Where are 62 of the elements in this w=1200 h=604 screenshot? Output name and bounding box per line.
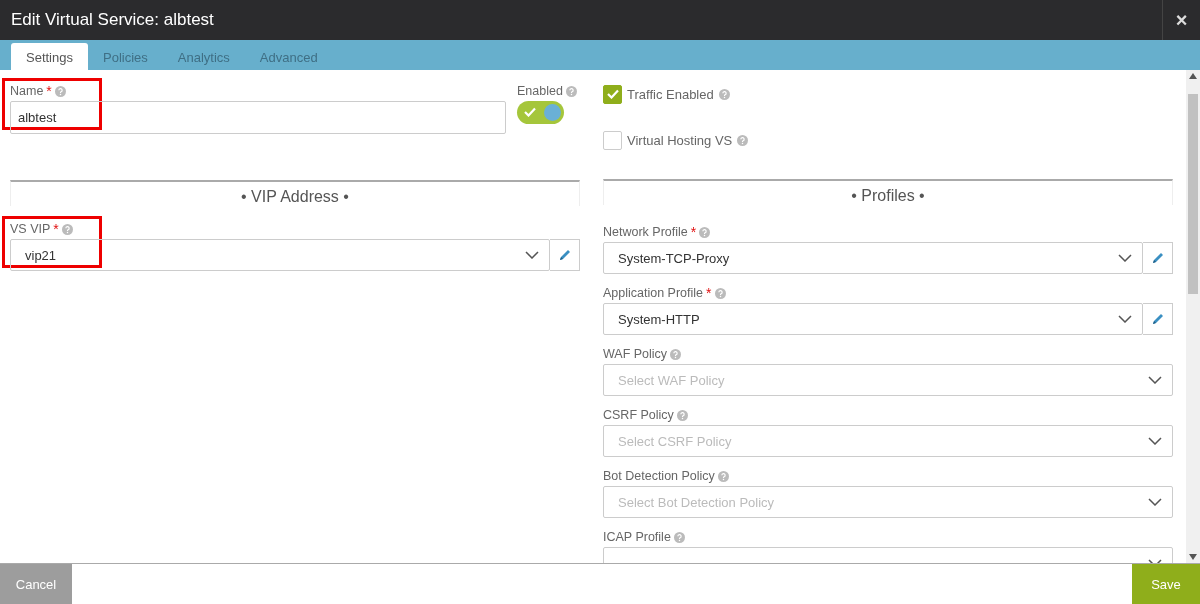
select-field[interactable]: System-HTTP: [603, 303, 1143, 335]
scrollbar[interactable]: [1186, 70, 1200, 563]
field-label: CSRF Policy: [603, 408, 674, 422]
chevron-down-icon: [1148, 376, 1162, 384]
field-label: Bot Detection Policy: [603, 469, 715, 483]
select-field[interactable]: vip21: [10, 239, 550, 271]
help-icon: [676, 409, 688, 421]
field-label: WAF Policy: [603, 347, 668, 361]
chevron-down-icon: [525, 251, 539, 259]
checkbox-label: Traffic Enabled: [627, 86, 714, 102]
checkbox[interactable]: [603, 130, 622, 150]
help-icon: [717, 470, 729, 482]
required-mark: *: [690, 224, 697, 240]
required-mark: *: [706, 285, 712, 301]
scroll-up-icon: [1189, 73, 1197, 79]
select-field[interactable]: System-TCP-Proxy: [603, 242, 1143, 274]
section-header: • Profiles •: [603, 179, 1173, 205]
checkbox-label: Virtual Hosting VS: [627, 132, 733, 148]
select-field[interactable]: Select Bot Detection Policy: [603, 486, 1173, 518]
tab[interactable]: Advanced: [244, 43, 333, 70]
field-label: Name: [10, 84, 44, 98]
checkbox[interactable]: [603, 84, 622, 104]
pencil-icon: [1150, 312, 1165, 326]
field-label: Application Profile: [603, 286, 704, 300]
help-icon: [565, 85, 577, 97]
help-icon: [61, 223, 73, 235]
select-field[interactable]: Select CSRF Policy: [603, 425, 1173, 457]
pencil-icon: [557, 248, 572, 262]
required-mark: *: [53, 221, 59, 237]
cancel-button[interactable]: Cancel: [0, 564, 72, 604]
scroll-down-icon: [1189, 554, 1197, 560]
tab[interactable]: Analytics: [162, 43, 245, 70]
window-title: Edit Virtual Service: albtest: [11, 10, 214, 30]
tab[interactable]: Settings: [11, 43, 88, 70]
save-button[interactable]: Save: [1132, 564, 1200, 604]
chevron-down-icon: [1118, 254, 1132, 262]
name-input[interactable]: albtest: [10, 101, 506, 134]
chevron-down-icon: [1118, 315, 1132, 323]
edit-button[interactable]: [550, 239, 580, 271]
field-label: ICAP Profile: [603, 530, 671, 544]
section-header: • VIP Address •: [10, 180, 580, 206]
help-icon: [670, 348, 682, 360]
select-field[interactable]: Select WAF Policy: [603, 364, 1173, 396]
help-icon: [54, 85, 66, 97]
chevron-down-icon: [1148, 437, 1162, 445]
help-icon: [714, 287, 726, 299]
tab[interactable]: Policies: [88, 43, 163, 70]
check-icon: [606, 89, 619, 99]
enabled-toggle[interactable]: [517, 101, 564, 124]
help-icon: [737, 134, 749, 146]
help-icon: [718, 88, 730, 100]
field-label: Enabled: [517, 84, 563, 98]
required-mark: *: [46, 83, 52, 99]
help-icon: [673, 531, 685, 543]
edit-button[interactable]: [1143, 242, 1173, 274]
edit-button[interactable]: [1143, 303, 1173, 335]
pencil-icon: [1150, 251, 1165, 265]
chevron-down-icon: [1148, 498, 1162, 506]
help-icon: [699, 226, 711, 238]
field-label: Network Profile: [603, 225, 688, 239]
field-label: VS VIP: [10, 222, 51, 236]
check-icon: [524, 107, 536, 117]
